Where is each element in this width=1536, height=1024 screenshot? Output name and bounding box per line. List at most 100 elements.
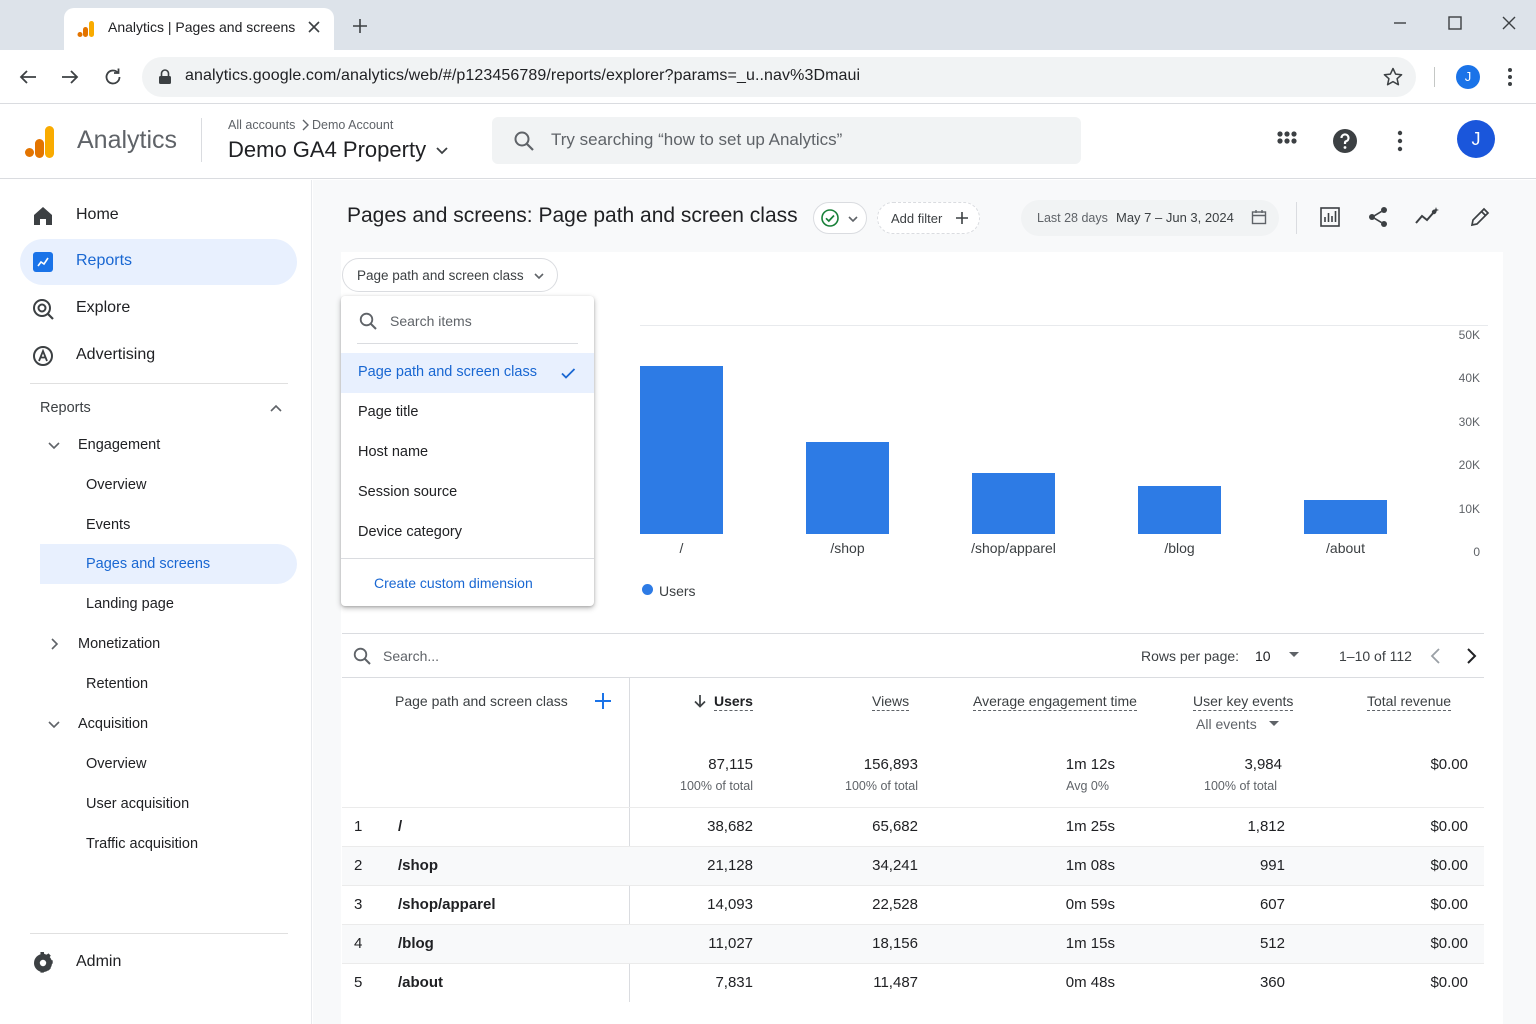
sidebar-item-retention[interactable]: Retention bbox=[86, 676, 148, 692]
table-row[interactable]: 4/blog 11,027 18,156 1m 15s 512 $0.00 bbox=[342, 924, 1484, 963]
header-total-revenue[interactable]: Total revenue bbox=[1367, 693, 1452, 711]
header-engagement-time[interactable]: Average engagement time bbox=[973, 693, 1137, 711]
browser-menu-icon[interactable] bbox=[1500, 66, 1520, 88]
browser-tab[interactable]: Analytics | Pages and screens bbox=[64, 8, 334, 50]
report-status-button[interactable] bbox=[813, 202, 867, 234]
table-row[interactable]: 1 / 38,682 65,682 1m 25s 1,812 $0.00 bbox=[342, 807, 1484, 846]
sort-descending-arrow-icon[interactable] bbox=[692, 693, 708, 709]
header-user-key-events[interactable]: User key events bbox=[1193, 693, 1294, 711]
sidebar-item-engagement-overview[interactable]: Overview bbox=[86, 477, 146, 493]
nav-admin[interactable]: Admin bbox=[20, 940, 297, 986]
chart-bar[interactable] bbox=[972, 472, 1055, 534]
apps-grid-icon[interactable] bbox=[1276, 130, 1298, 152]
nav-reports[interactable]: Reports bbox=[20, 239, 297, 285]
sidebar-item-traffic-acquisition[interactable]: Traffic acquisition bbox=[86, 836, 198, 852]
chevron-down-icon[interactable] bbox=[434, 144, 450, 158]
chart-bar[interactable] bbox=[1138, 486, 1221, 534]
bookmark-star-icon[interactable] bbox=[1382, 66, 1404, 88]
new-tab-icon[interactable] bbox=[350, 16, 370, 36]
x-axis-category-label: /shop bbox=[830, 540, 865, 556]
key-events-filter[interactable]: All events bbox=[1196, 716, 1257, 732]
header-dimension[interactable]: Page path and screen class bbox=[395, 693, 568, 709]
maximize-window-icon[interactable] bbox=[1446, 14, 1464, 32]
sidebar-item-events[interactable]: Events bbox=[86, 517, 130, 533]
close-window-icon[interactable] bbox=[1500, 14, 1518, 32]
table-row[interactable]: 3/shop/apparel 14,093 22,528 0m 59s 607 $0.00 bbox=[342, 885, 1484, 924]
sidebar-item-acquisition[interactable]: Acquisition bbox=[78, 716, 148, 732]
sidebar-item-landing-page[interactable]: Landing page bbox=[86, 596, 174, 612]
engagement-expand-icon[interactable] bbox=[46, 438, 62, 454]
chart-bar[interactable] bbox=[1304, 500, 1387, 534]
toolbar-divider bbox=[1296, 202, 1297, 234]
rows-per-page-select[interactable]: 10 bbox=[1248, 640, 1310, 670]
back-arrow-icon[interactable] bbox=[17, 66, 39, 88]
edit-pencil-icon[interactable] bbox=[1468, 205, 1492, 229]
chart-bar[interactable] bbox=[806, 442, 889, 534]
dimension-selector[interactable]: Page path and screen class bbox=[342, 258, 558, 292]
add-filter-button[interactable]: Add filter bbox=[877, 202, 980, 234]
x-axis-category-label: /about bbox=[1326, 540, 1365, 556]
sidebar-item-engagement[interactable]: Engagement bbox=[78, 437, 160, 453]
header-users[interactable]: Users bbox=[714, 693, 753, 711]
nav-advertising[interactable]: Advertising bbox=[20, 333, 297, 379]
row-page-path[interactable]: /about bbox=[398, 974, 443, 991]
menu-item-device-category[interactable]: Device category bbox=[341, 513, 594, 553]
row-page-path[interactable]: /shop/apparel bbox=[398, 896, 496, 913]
y-axis-tick-label: 30K bbox=[1458, 414, 1480, 429]
legend-users-label[interactable]: Users bbox=[659, 583, 696, 599]
sidebar-item-pages-and-screens[interactable]: Pages and screens bbox=[40, 544, 297, 584]
nav-home[interactable]: Home bbox=[20, 193, 297, 239]
menu-item-session-source[interactable]: Session source bbox=[341, 473, 594, 513]
menu-search-input[interactable]: Search items bbox=[390, 313, 472, 329]
date-range-picker[interactable]: Last 28 days May 7 – Jun 3, 2024 bbox=[1021, 200, 1279, 236]
explore-icon bbox=[32, 298, 54, 320]
share-icon[interactable] bbox=[1366, 205, 1390, 229]
add-dimension-plus-icon[interactable] bbox=[593, 691, 613, 711]
chevron-up-icon[interactable] bbox=[268, 400, 284, 416]
table-search-input[interactable]: Search... bbox=[383, 648, 439, 664]
analytics-search-bar[interactable]: Try searching “how to set up Analytics” bbox=[492, 117, 1081, 164]
table-row[interactable]: 5/about 7,831 11,487 0m 48s 360 $0.00 bbox=[342, 963, 1484, 1002]
analytics-logo-icon[interactable] bbox=[24, 124, 56, 160]
menu-item-page-title[interactable]: Page title bbox=[341, 393, 594, 433]
sidebar-item-acquisition-overview[interactable]: Overview bbox=[86, 756, 146, 772]
row-page-path[interactable]: / bbox=[398, 818, 402, 835]
more-options-icon[interactable] bbox=[1390, 130, 1410, 152]
breadcrumb-all-accounts[interactable]: All accounts bbox=[228, 118, 295, 132]
browser-profile-avatar[interactable]: J bbox=[1456, 65, 1480, 89]
table-row[interactable]: 2/shop 21,128 34,241 1m 08s 991 $0.00 bbox=[342, 846, 1484, 885]
sidebar-item-user-acquisition[interactable]: User acquisition bbox=[86, 796, 189, 812]
insights-icon[interactable] bbox=[1414, 205, 1440, 229]
product-name[interactable]: Analytics bbox=[77, 126, 177, 155]
address-bar[interactable]: analytics.google.com/analytics/web/#/p12… bbox=[142, 57, 1416, 97]
search-placeholder[interactable]: Try searching “how to set up Analytics” bbox=[551, 130, 842, 150]
nav-divider bbox=[30, 383, 288, 384]
header-views[interactable]: Views bbox=[872, 693, 910, 711]
account-avatar[interactable]: J bbox=[1457, 120, 1495, 158]
reports-section-label[interactable]: Reports bbox=[40, 400, 91, 416]
create-custom-dimension-link[interactable]: Create custom dimension bbox=[374, 575, 533, 591]
minimize-window-icon[interactable] bbox=[1391, 14, 1409, 32]
breadcrumb-account[interactable]: Demo Account bbox=[312, 118, 393, 132]
menu-item-page-path[interactable]: Page path and screen class bbox=[341, 353, 594, 393]
forward-arrow-icon[interactable] bbox=[59, 66, 81, 88]
menu-item-host-name[interactable]: Host name bbox=[341, 433, 594, 473]
acquisition-expand-icon[interactable] bbox=[46, 717, 62, 733]
property-selector[interactable]: Demo GA4 Property bbox=[228, 137, 426, 163]
site-info-icon[interactable] bbox=[156, 68, 174, 86]
customize-chart-icon[interactable] bbox=[1318, 205, 1342, 229]
row-page-path[interactable]: /shop bbox=[398, 857, 438, 874]
key-events-dropdown-icon[interactable] bbox=[1268, 720, 1280, 728]
close-tab-icon[interactable] bbox=[305, 18, 323, 36]
monetization-expand-icon[interactable] bbox=[46, 636, 62, 652]
reload-icon[interactable] bbox=[102, 66, 124, 88]
next-page-icon[interactable] bbox=[1462, 646, 1480, 666]
sidebar-item-monetization[interactable]: Monetization bbox=[78, 636, 160, 652]
chart-bar[interactable] bbox=[640, 366, 723, 534]
url-text[interactable]: analytics.google.com/analytics/web/#/p12… bbox=[185, 67, 860, 85]
help-icon[interactable] bbox=[1332, 128, 1358, 154]
previous-page-icon[interactable] bbox=[1427, 646, 1445, 666]
row-views: 22,528 bbox=[872, 896, 918, 913]
row-page-path[interactable]: /blog bbox=[398, 935, 434, 952]
nav-explore[interactable]: Explore bbox=[20, 286, 297, 332]
